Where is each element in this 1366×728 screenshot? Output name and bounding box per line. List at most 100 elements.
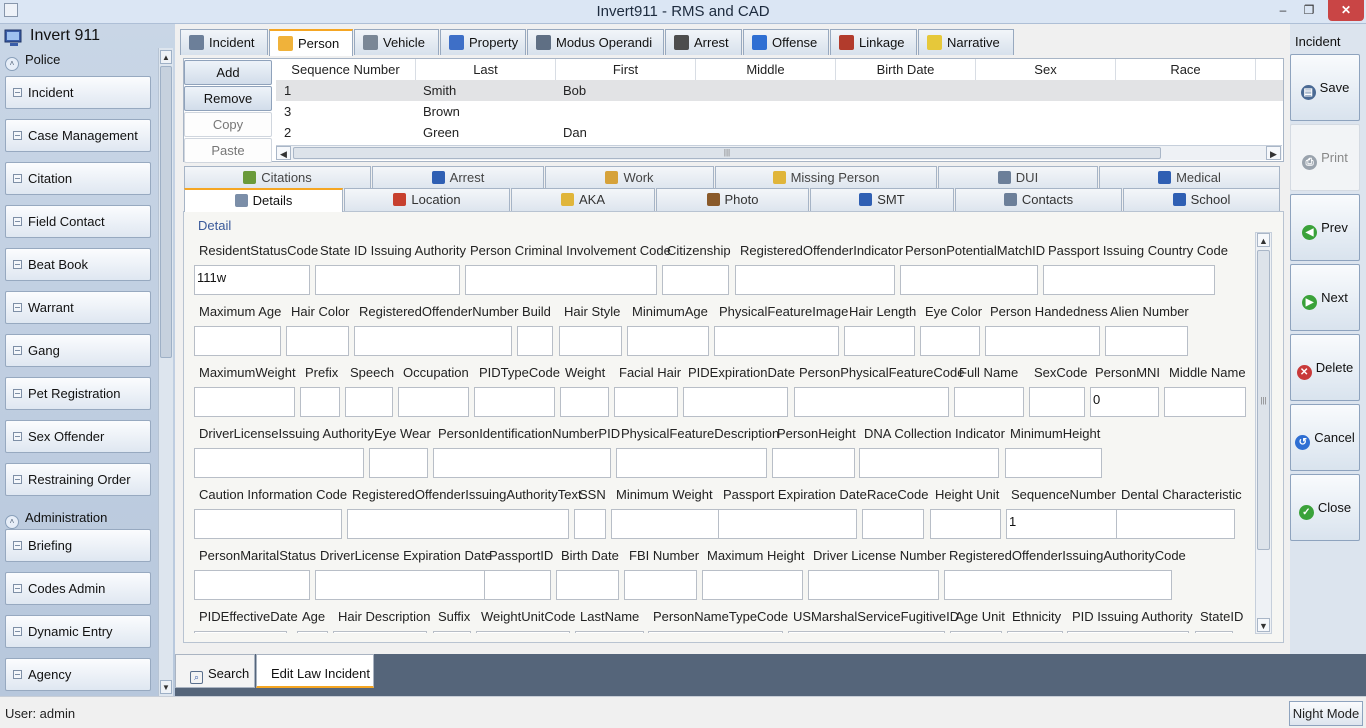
age-unit-field[interactable] — [950, 631, 1002, 633]
sidebar-item-gang[interactable]: Gang — [5, 334, 151, 367]
sidebar-item-case-management[interactable]: Case Management — [5, 119, 151, 152]
tab-aka[interactable]: AKA — [511, 188, 655, 211]
tab-incident[interactable]: Incident — [180, 29, 268, 55]
scroll-right-icon[interactable]: ▶ — [1266, 146, 1281, 160]
sidebar-scrollbar[interactable]: ▲ ▼ — [158, 48, 173, 696]
prev-button[interactable]: ◀ Prev — [1290, 194, 1360, 261]
tab-edit-law-incident[interactable]: Edit Law Incident — [256, 654, 374, 688]
weight-field[interactable] — [560, 387, 609, 417]
hair-color-field[interactable] — [286, 326, 349, 356]
usmarshalservicefugitiveid-field[interactable] — [788, 631, 945, 633]
pideffectivedate-field[interactable] — [194, 631, 287, 633]
full-name-field[interactable] — [954, 387, 1024, 417]
table-row[interactable]: 2 Green Dan — [276, 122, 1283, 143]
grid-scroll-thumb[interactable]: ||| — [293, 147, 1161, 159]
suffix-field[interactable] — [433, 631, 471, 633]
tab-smt[interactable]: SMT — [810, 188, 954, 211]
registeredoffenderissuingauthoritycode-field[interactable] — [944, 570, 1172, 600]
sidebar-item-codes-admin[interactable]: Codes Admin — [5, 572, 151, 605]
next-button[interactable]: ▶ Next — [1290, 264, 1360, 331]
scroll-up-icon[interactable]: ▲ — [160, 50, 172, 64]
weightunitcode-field[interactable] — [476, 631, 570, 633]
tab-offense[interactable]: Offense — [743, 29, 829, 55]
night-mode-button[interactable]: Night Mode — [1289, 701, 1363, 726]
facial-hair-field[interactable] — [614, 387, 678, 417]
close-window-button[interactable]: ✕ — [1328, 0, 1364, 21]
occupation-field[interactable] — [398, 387, 469, 417]
pid-issuing-authority-field[interactable] — [1067, 631, 1189, 633]
residentstatuscode-field[interactable]: 111w — [194, 265, 310, 295]
tab-contacts[interactable]: Contacts — [955, 188, 1122, 211]
sidebar-item-restraining-order[interactable]: Restraining Order — [5, 463, 151, 496]
collapse-icon[interactable]: ˄ — [5, 57, 19, 71]
driverlicenseissuing-authority-field[interactable] — [194, 448, 364, 478]
speech-field[interactable] — [345, 387, 393, 417]
build-field[interactable] — [517, 326, 553, 356]
section-header-police[interactable]: ˄ Police — [5, 52, 60, 71]
dental-characteristic-field[interactable] — [1116, 509, 1235, 539]
minimize-button[interactable]: ‒ — [1270, 0, 1296, 21]
tab-missing-person[interactable]: Missing Person — [715, 166, 937, 189]
tab-person[interactable]: Person — [269, 29, 353, 56]
sidebar-item-incident[interactable]: Incident — [5, 76, 151, 109]
delete-button[interactable]: ✕ Delete — [1290, 334, 1360, 401]
minimumheight-field[interactable] — [1005, 448, 1102, 478]
pidexpirationdate-field[interactable] — [683, 387, 788, 417]
tab-citations[interactable]: Citations — [184, 166, 371, 189]
tab-property[interactable]: Property — [440, 29, 526, 55]
sidebar-item-beat-book[interactable]: Beat Book — [5, 248, 151, 281]
physicalfeatureimage-field[interactable] — [714, 326, 839, 356]
detail-vertical-scrollbar[interactable]: ▲ ||| ▼ — [1255, 232, 1272, 634]
sidebar-scroll-thumb[interactable] — [160, 66, 172, 358]
eye-wear-field[interactable] — [369, 448, 428, 478]
tab-arrest[interactable]: Arrest — [665, 29, 742, 55]
racecode-field[interactable] — [862, 509, 924, 539]
tab-arrest[interactable]: Arrest — [372, 166, 544, 189]
age-field[interactable] — [297, 631, 328, 633]
remove-button[interactable]: Remove — [184, 86, 272, 111]
driverlicense-expiration-date-field[interactable] — [315, 570, 485, 600]
lastname-field[interactable] — [575, 631, 644, 633]
save-button[interactable]: ▤ Save — [1290, 54, 1360, 121]
caution-information-code-field[interactable] — [194, 509, 342, 539]
birth-date-field[interactable] — [556, 570, 619, 600]
maximumweight-field[interactable] — [194, 387, 295, 417]
passportid-field[interactable] — [484, 570, 551, 600]
column-header-first[interactable]: First — [556, 59, 696, 81]
column-header-sex[interactable]: Sex — [976, 59, 1116, 81]
alien-number-field[interactable] — [1105, 326, 1188, 356]
sidebar-item-dynamic-entry[interactable]: Dynamic Entry — [5, 615, 151, 648]
personnametypecode-field[interactable] — [648, 631, 783, 633]
tab-photo[interactable]: Photo — [656, 188, 809, 211]
tab-search[interactable]: ⌕ Search — [175, 654, 255, 688]
scroll-up-icon[interactable]: ▲ — [1257, 233, 1270, 247]
table-row[interactable]: 3 Brown — [276, 101, 1283, 122]
collapse-icon[interactable]: ˄ — [5, 515, 19, 529]
pidtypecode-field[interactable] — [474, 387, 555, 417]
state-id-issuing-authority-field[interactable] — [315, 265, 460, 295]
scroll-left-icon[interactable]: ◀ — [276, 146, 291, 160]
passport-issuing-country-code-field[interactable] — [1043, 265, 1215, 295]
passport-expiration-date-field[interactable] — [718, 509, 857, 539]
maximize-button[interactable]: ❐ — [1296, 0, 1322, 21]
registeredoffenderindicator-field[interactable] — [735, 265, 895, 295]
person-criminal-involvement-code-field[interactable] — [465, 265, 657, 295]
personheight-field[interactable] — [772, 448, 855, 478]
column-header-sequence-number[interactable]: Sequence Number — [276, 59, 416, 81]
tab-medical[interactable]: Medical — [1099, 166, 1280, 189]
tab-narrative[interactable]: Narrative — [918, 29, 1014, 55]
sidebar-item-field-contact[interactable]: Field Contact — [5, 205, 151, 238]
close-button[interactable]: ✓ Close — [1290, 474, 1360, 541]
sexcode-field[interactable] — [1029, 387, 1085, 417]
sidebar-item-sex-offender[interactable]: Sex Offender — [5, 420, 151, 453]
tab-location[interactable]: Location — [344, 188, 510, 211]
sidebar-item-citation[interactable]: Citation — [5, 162, 151, 195]
personmaritalstatus-field[interactable] — [194, 570, 310, 600]
sidebar-item-briefing[interactable]: Briefing — [5, 529, 151, 562]
dna-collection-indicator-field[interactable] — [859, 448, 999, 478]
cancel-button[interactable]: ↺ Cancel — [1290, 404, 1360, 471]
tab-modus-operandi[interactable]: Modus Operandi — [527, 29, 664, 55]
stateid-field[interactable] — [1195, 631, 1233, 633]
fbi-number-field[interactable] — [624, 570, 697, 600]
section-header-administration[interactable]: ˄ Administration — [5, 510, 107, 529]
